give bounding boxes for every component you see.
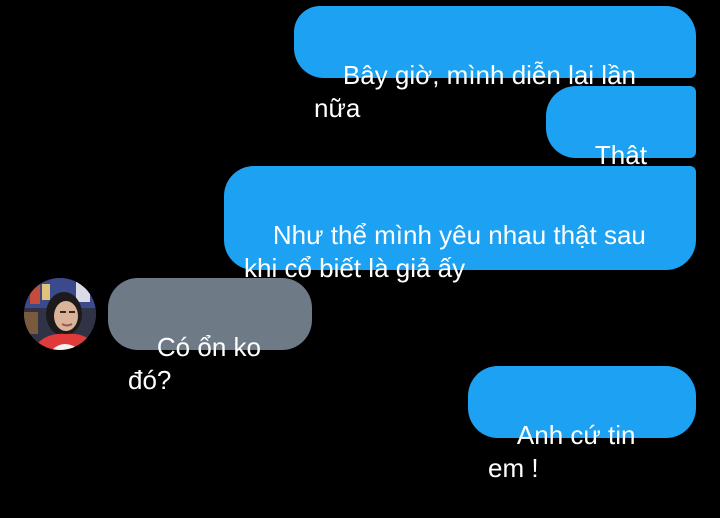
incoming-message-bubble[interactable]: Có ổn ko đó? [108,278,312,395]
message-text: Anh cứ tin em ! [488,420,643,483]
chat-thread: Bây giờ, mình diễn lại lần nữa Thật vào … [0,0,720,483]
message-text: Như thể mình yêu nhau thật sau khi cổ bi… [244,220,646,283]
avatar-photo-icon [24,278,96,350]
outgoing-message-bubble[interactable]: Như thể mình yêu nhau thật sau khi cổ bi… [224,166,696,283]
outgoing-message-bubble[interactable]: Thật vào [546,86,696,203]
outgoing-message-bubble[interactable]: Bây giờ, mình diễn lại lần nữa [294,6,696,123]
outgoing-message-bubble[interactable]: Anh cứ tin em ! [468,366,696,483]
message-text: Có ổn ko đó? [128,332,269,395]
contact-avatar[interactable] [24,278,96,350]
